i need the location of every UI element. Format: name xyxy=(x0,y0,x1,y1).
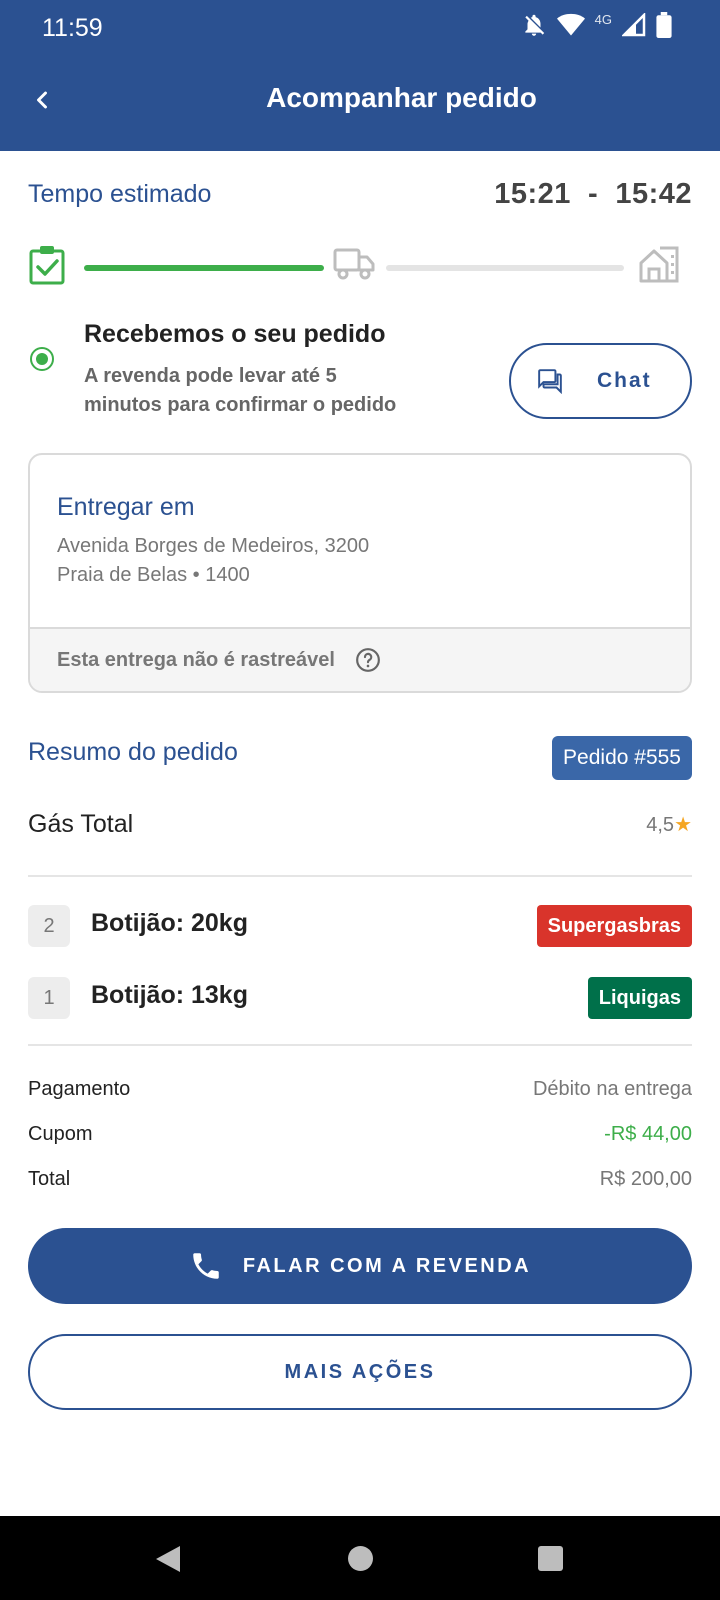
item-name: Botijão: 20kg xyxy=(91,909,248,937)
rating-value: 4,5 xyxy=(646,814,675,836)
payment-value: Débito na entrega xyxy=(532,1078,692,1100)
wifi-icon xyxy=(556,13,585,36)
status-indicator xyxy=(30,347,54,371)
summary-label: Resumo do pedido xyxy=(28,738,238,766)
order-item: 2 Botijão: 20kg Supergasbras xyxy=(28,905,692,949)
brand-badge: Liquigas xyxy=(587,977,692,1019)
chat-label: Chat xyxy=(597,369,652,392)
progress-bar-delivery xyxy=(386,265,624,271)
nav-home-icon[interactable] xyxy=(348,1546,373,1571)
vendor-rating: 4,5★ xyxy=(646,812,692,837)
total-value: R$ 200,00 xyxy=(599,1168,692,1190)
system-nav-bar xyxy=(0,1516,720,1600)
house-icon xyxy=(639,246,679,283)
app-bar: 11:59 4G Acompanhar pedido xyxy=(0,0,720,151)
coupon-value: -R$ 44,00 xyxy=(604,1123,692,1145)
status-icons: 4G xyxy=(521,12,672,38)
more-actions-label: MAIS AÇÕES xyxy=(284,1360,436,1383)
eta-value: 15:21 - 15:42 xyxy=(494,178,692,210)
divider xyxy=(28,875,692,877)
chat-icon xyxy=(538,369,562,394)
vendor-name: Gás Total xyxy=(28,810,134,838)
nav-recents-icon[interactable] xyxy=(538,1546,563,1571)
payment-label: Pagamento xyxy=(28,1078,131,1100)
progress-bar-ordered xyxy=(84,265,324,271)
eta-label: Tempo estimado xyxy=(28,180,212,208)
star-icon: ★ xyxy=(674,814,692,836)
status-title: Recebemos o seu pedido xyxy=(84,320,386,348)
page-title: Acompanhar pedido xyxy=(266,82,537,113)
network-type: 4G xyxy=(594,11,612,27)
coupon-label: Cupom xyxy=(28,1123,93,1145)
tracking-note: Esta entrega não é rastreável xyxy=(30,627,690,691)
order-number-badge: Pedido #555 xyxy=(552,736,692,780)
order-item: 1 Botijão: 13kg Liquigas xyxy=(28,977,692,1021)
item-name: Botijão: 13kg xyxy=(91,981,248,1009)
delivery-title: Entregar em xyxy=(57,493,195,521)
total-label: Total xyxy=(28,1168,71,1190)
brand-badge: Supergasbras xyxy=(536,905,692,947)
item-quantity: 2 xyxy=(28,905,70,947)
address-line-1: Avenida Borges de Medeiros, 3200 xyxy=(57,535,370,557)
truck-icon xyxy=(333,248,375,280)
nav-back-icon[interactable] xyxy=(154,1544,182,1574)
divider xyxy=(28,1044,692,1046)
address-line-2: Praia de Belas • 1400 xyxy=(57,564,250,586)
item-quantity: 1 xyxy=(28,977,70,1019)
clipboard-check-icon xyxy=(29,246,65,285)
status-description: A revenda pode levar até 5 minutos para … xyxy=(84,365,397,416)
chat-button[interactable]: Chat xyxy=(509,343,692,419)
status-time: 11:59 xyxy=(42,14,103,42)
call-vendor-label: FALAR COM A REVENDA xyxy=(242,1254,532,1277)
battery-icon xyxy=(656,12,672,38)
help-icon[interactable] xyxy=(355,647,381,673)
order-progress xyxy=(28,245,692,285)
delivery-card: Entregar em Avenida Borges de Medeiros, … xyxy=(28,453,692,693)
notifications-off-icon xyxy=(524,14,544,36)
tracking-note-text: Esta entrega não é rastreável xyxy=(57,648,335,671)
more-actions-button[interactable]: MAIS AÇÕES xyxy=(28,1334,692,1410)
phone-icon xyxy=(193,1253,219,1279)
signal-icon xyxy=(622,13,646,37)
call-vendor-button[interactable]: FALAR COM A REVENDA xyxy=(28,1228,692,1304)
